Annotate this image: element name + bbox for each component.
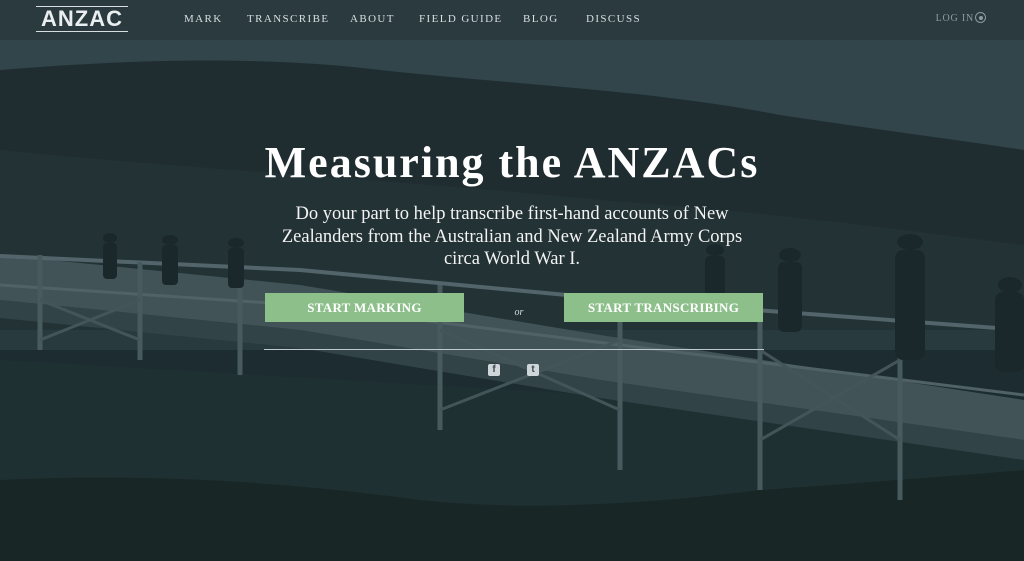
logo-text: ANZAC xyxy=(41,6,123,31)
facebook-glyph: f xyxy=(492,364,496,375)
start-marking-button[interactable]: START MARKING xyxy=(265,293,464,322)
logo-bottom-rule xyxy=(36,31,128,32)
anzac-logo[interactable]: ANZAC xyxy=(36,6,128,32)
hero-background xyxy=(0,0,1024,561)
login-gear-icon[interactable] xyxy=(975,12,986,23)
twitter-glyph: t xyxy=(531,364,535,375)
top-navigation-bar: ANZAC MARK TRANSCRIBE ABOUT FIELD GUIDE … xyxy=(0,0,1024,40)
nav-mark[interactable]: MARK xyxy=(184,13,223,25)
nav-blog[interactable]: BLOG xyxy=(523,13,559,25)
facebook-icon[interactable]: f xyxy=(488,364,500,376)
hero-photo xyxy=(0,0,1024,561)
or-separator: or xyxy=(514,307,524,318)
start-transcribing-button[interactable]: START TRANSCRIBING xyxy=(564,293,763,322)
nav-transcribe[interactable]: TRANSCRIBE xyxy=(247,13,329,25)
nav-discuss[interactable]: DISCUSS xyxy=(586,13,641,25)
page-title: Measuring the ANZACs xyxy=(264,138,760,187)
twitter-icon[interactable]: t xyxy=(527,364,539,376)
nav-field-guide[interactable]: FIELD GUIDE xyxy=(419,13,503,25)
page-subtitle: Do your part to help transcribe first-ha… xyxy=(281,204,743,269)
nav-about[interactable]: ABOUT xyxy=(350,13,395,25)
divider xyxy=(264,349,764,350)
login-link[interactable]: LOG IN xyxy=(936,13,974,24)
